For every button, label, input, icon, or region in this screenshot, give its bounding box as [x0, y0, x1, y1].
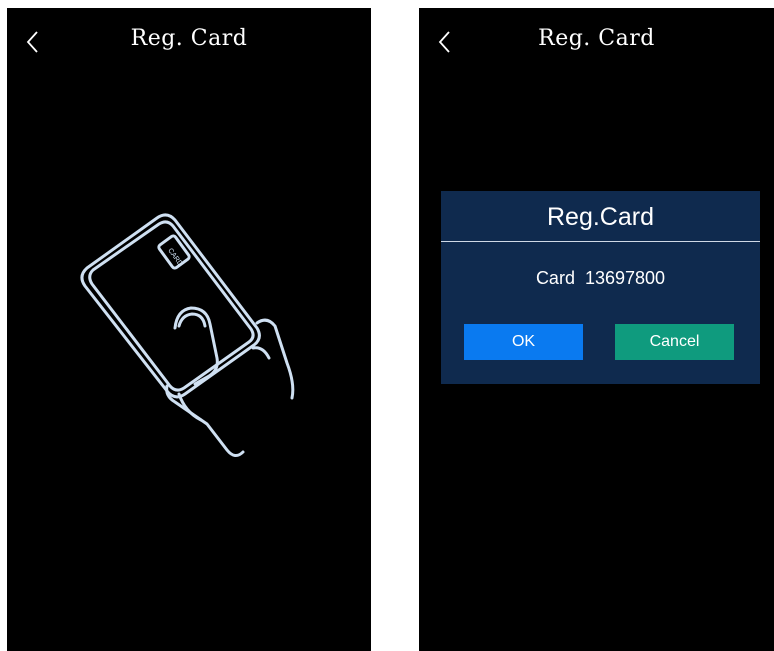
- card-number-message: Card 13697800: [535, 268, 666, 288]
- stage: Reg. Card CARD Reg. Card Reg.Card Card 1…: [0, 0, 774, 651]
- cancel-button[interactable]: Cancel: [615, 324, 734, 360]
- screen-title: Reg. Card: [538, 26, 655, 51]
- reg-card-confirm-screen: Reg. Card Reg.Card Card 13697800 OK Canc…: [419, 8, 774, 651]
- hand-holding-card-icon: CARD: [67, 198, 317, 473]
- screen-title: Reg. Card: [130, 26, 248, 51]
- ok-button[interactable]: OK: [464, 324, 583, 360]
- card-label: CARD: [166, 247, 183, 267]
- dialog-title: Reg.Card: [547, 203, 654, 231]
- reg-card-dialog: Reg.Card Card 13697800 OK Cancel: [441, 191, 760, 384]
- dialog-divider: [441, 241, 760, 242]
- reg-card-scan-screen: Reg. Card CARD: [7, 8, 371, 651]
